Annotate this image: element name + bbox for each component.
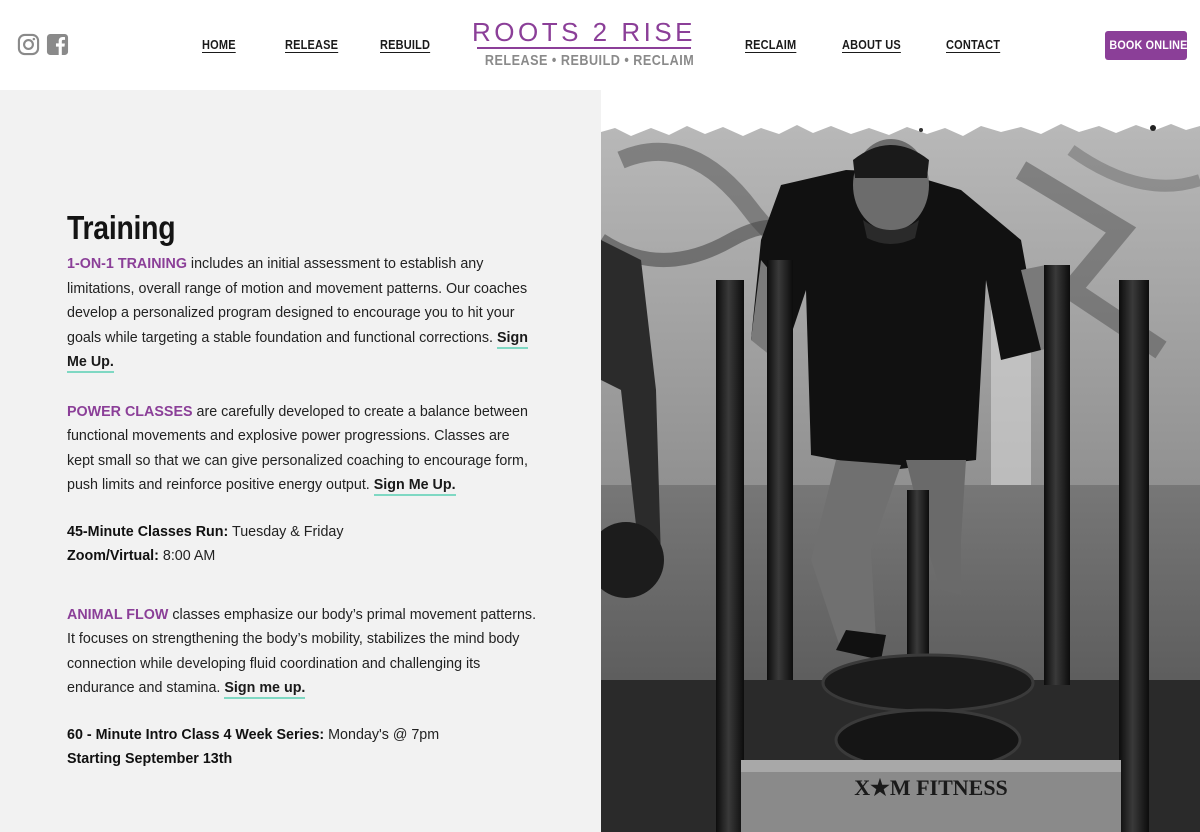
classes-run-label: 45-Minute Classes Run: (67, 523, 229, 540)
site-logo[interactable]: ROOTS 2 RISE RELEASE • REBUILD • RECLAIM (466, 18, 702, 74)
nav-reclaim[interactable]: RECLAIM (745, 38, 796, 52)
zoom-label: Zoom/Virtual: (67, 548, 159, 564)
nav-contact[interactable]: CONTACT (946, 38, 1000, 52)
power-classes-label: POWER CLASSES (67, 403, 193, 420)
nav-rebuild[interactable]: REBUILD (380, 38, 430, 52)
page-title: Training (67, 209, 176, 246)
logo-tagline: RELEASE • REBUILD • RECLAIM (484, 52, 695, 69)
social-links (17, 33, 69, 56)
intro-series-info: 60 - Minute Intro Class 4 Week Series: M… (67, 723, 537, 772)
sled-brand: X★M FITNESS (854, 775, 1008, 800)
content-panel: Training 1-ON-1 TRAINING includes an ini… (0, 90, 601, 832)
one-on-one-label: 1-ON-1 TRAINING (67, 256, 187, 272)
animal-flow-signup-link[interactable]: Sign me up. (224, 680, 306, 699)
training-content: Training 1-ON-1 TRAINING includes an ini… (67, 210, 537, 772)
nav-release[interactable]: RELEASE (285, 38, 338, 52)
power-classes-signup-link[interactable]: Sign Me Up. (373, 477, 456, 496)
intro-start-date: Starting September 13th (67, 751, 233, 767)
power-classes-paragraph: POWER CLASSES are carefully developed to… (67, 400, 537, 498)
site-header: HOME RELEASE REBUILD ROOTS 2 RISE RELEAS… (0, 0, 1200, 90)
nav-about-us[interactable]: ABOUT US (842, 38, 901, 52)
animal-flow-label: ANIMAL FLOW (67, 606, 169, 623)
logo-wordmark: ROOTS 2 RISE (471, 17, 697, 47)
facebook-icon[interactable] (46, 33, 69, 56)
animal-flow-paragraph: ANIMAL FLOW classes emphasize our body’s… (67, 603, 537, 701)
intro-series-value: Monday's @ 7pm (324, 726, 440, 743)
book-online-label: BOOK ONLINE (1109, 38, 1188, 52)
nav-home[interactable]: HOME (202, 38, 236, 52)
intro-series-label: 60 - Minute Intro Class 4 Week Series: (67, 726, 325, 743)
schedule-info: 45-Minute Classes Run: Tuesday & Friday Z… (67, 520, 537, 569)
zoom-value: 8:00 AM (158, 548, 216, 564)
training-photo-illustration: X★M FITNESS (601, 90, 1200, 832)
classes-run-value: Tuesday & Friday (228, 523, 344, 540)
one-on-one-paragraph: 1-ON-1 TRAINING includes an initial asse… (67, 252, 537, 375)
hero-photo: X★M FITNESS (601, 90, 1200, 832)
logo-rule (477, 47, 691, 49)
instagram-icon[interactable] (17, 33, 40, 56)
book-online-button[interactable]: BOOK ONLINE (1105, 31, 1187, 60)
